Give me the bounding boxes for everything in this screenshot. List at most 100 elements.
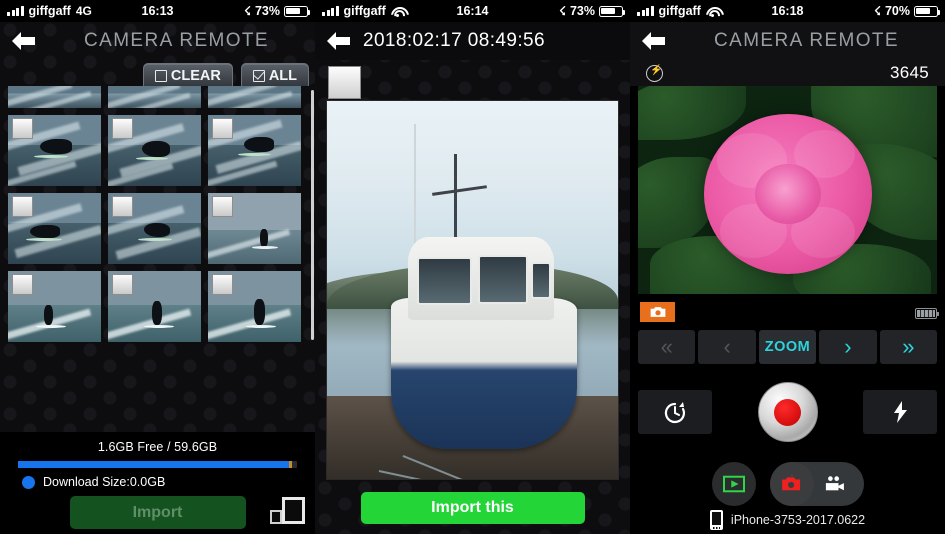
photo-window-left [417,257,473,306]
battery-percent-label: 73% [254,4,280,18]
status-left: giffgaff [322,4,405,18]
phone-icon [709,510,723,530]
back-button[interactable] [0,22,46,60]
play-green-icon [722,475,745,493]
status-right: ☇ 73% [244,4,311,18]
thumbnail-checkbox[interactable] [12,196,33,217]
flower-bloom [703,114,872,275]
camera-red-icon [781,475,800,491]
thumbnail-size-toggle-icon[interactable] [269,494,307,528]
flash-button[interactable] [863,390,937,434]
import-this-button[interactable]: Import this [360,492,585,524]
thumb-photo [208,86,301,108]
zoom-out-button[interactable]: ‹ [698,330,756,364]
thumbnail-item[interactable] [8,193,101,264]
back-button[interactable] [315,22,361,60]
select-row [315,60,630,104]
thumbnail-item[interactable] [8,115,101,186]
panel-photo-detail: giffgaff 16:14 ☇ 73% 2018:02:17 08:49:56 [315,0,630,534]
thumbnail-checkbox[interactable] [112,118,133,139]
checkbox-empty-icon [154,70,167,82]
three-phone-screenshots: giffgaff 4G 16:13 ☇ 73% CAMERA REMOTE CL… [0,0,945,534]
mode-switch-row [630,460,945,508]
photo-mode-button[interactable] [769,462,814,506]
back-arrow-icon [12,32,35,50]
thumbnail-item[interactable] [208,271,301,342]
detail-header: 2018:02:17 08:49:56 [315,22,630,60]
thumbnail-checkbox[interactable] [112,196,133,217]
grid-scrollbar[interactable] [311,90,314,340]
thumbnail-grid[interactable] [0,86,315,432]
thumbnail-item[interactable] [8,86,101,108]
large-frame-glyph [282,497,305,524]
thumbnail-item[interactable] [108,86,201,108]
chevron-left-icon: ‹ [723,334,731,359]
zoom-in-button[interactable]: › [819,330,877,364]
thumbnail-checkbox[interactable] [12,274,33,295]
thumbnail-item[interactable] [108,115,201,186]
photo-window-side [530,262,552,299]
thumbnail-checkbox[interactable] [112,274,133,295]
thumbnail-item[interactable] [108,271,201,342]
status-left: giffgaff [637,4,720,18]
zoom-fast-out-button[interactable]: « [638,330,696,364]
thumbnail-checkbox[interactable] [212,196,233,217]
page-title: CAMERA REMOTE [714,30,899,51]
back-button[interactable] [630,22,676,60]
camera-control-row [638,382,937,442]
photo-antenna [414,123,417,253]
self-timer-icon [664,402,686,424]
thumb-photo [8,86,101,108]
clear-button-label: CLEAR [170,68,221,84]
camera-icon [650,307,665,317]
thumbnail-checkbox[interactable] [12,118,33,139]
status-left: giffgaff 4G [7,4,92,18]
self-timer-button[interactable] [638,390,712,434]
thumbnail-item[interactable] [208,86,301,108]
bluetooth-icon: ☇ [244,4,251,18]
thumbnail-checkbox[interactable] [212,118,233,139]
small-frame-glyph [270,510,282,524]
panel-import-gallery: giffgaff 4G 16:13 ☇ 73% CAMERA REMOTE CL… [0,0,315,534]
zoom-fast-in-button[interactable]: » [879,330,938,364]
carrier-label: giffgaff [28,4,71,18]
signal-bars-icon [7,6,24,16]
app-header: CAMERA REMOTE 3645 [630,22,945,86]
battery-icon [284,5,311,17]
thumbnail-item[interactable] [208,115,301,186]
panel-camera-remote: giffgaff 16:18 ☇ 70% CAMERA REMOTE ⚡ 364… [630,0,945,534]
thumbnail-item[interactable] [108,193,201,264]
shutter-record-button [774,398,801,426]
capture-mode-group [769,462,864,506]
live-view-image [638,86,937,294]
thumbnail-item[interactable] [208,193,301,264]
connected-device-row: iPhone-3753-2017.0622 [630,508,945,532]
import-button[interactable]: Import [69,496,246,529]
thumbnail-item[interactable] [8,271,101,342]
chevron-right-icon: › [844,334,852,359]
photo-preview[interactable] [326,100,619,480]
video-mode-button[interactable] [814,462,854,506]
thumbnail-checkbox[interactable] [212,274,233,295]
flash-bolt-icon [894,401,907,423]
flash-off-icon[interactable] [646,64,663,82]
wifi-icon [391,6,405,17]
download-indicator-icon [22,475,35,489]
network-type-label: 4G [75,4,92,18]
storage-label: 1.6GB Free / 59.6GB [97,440,218,454]
camera-status-row: 3645 [630,60,945,86]
status-bar: giffgaff 4G 16:13 ☇ 73% [0,0,315,22]
bluetooth-icon: ☇ [874,4,881,18]
select-photo-checkbox[interactable] [328,66,361,99]
live-view[interactable] [638,86,937,294]
checkbox-checked-icon [252,70,265,82]
shutter-button[interactable] [757,382,818,442]
photo-timestamp-title: 2018:02:17 08:49:56 [363,30,545,51]
camera-mode-badge[interactable] [640,302,675,322]
download-size-row: Download Size:0.0GB [0,468,315,489]
playback-button[interactable] [711,462,756,506]
download-size-label: Download Size:0.0GB [43,475,166,489]
shot-count-label: 3645 [889,63,929,82]
photo-window-right [478,255,528,304]
video-camera-icon [825,476,844,491]
